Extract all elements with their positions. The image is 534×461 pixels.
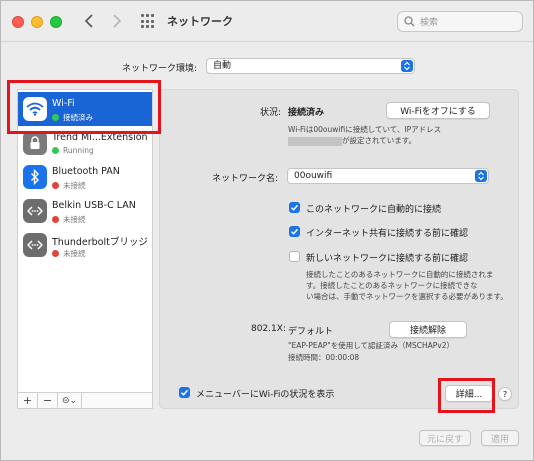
- show-in-menubar-checkbox[interactable]: [179, 387, 190, 398]
- add-service-button[interactable]: +: [18, 393, 38, 408]
- chevron-left-icon: [84, 14, 93, 28]
- network-name-select[interactable]: 00ouwifi: [287, 168, 489, 184]
- disconnect-button[interactable]: 接続解除: [389, 321, 467, 338]
- ask-note-line2: す。接続したことのあるネットワークに接続できな: [306, 281, 478, 290]
- updown-chevron-icon: [401, 60, 413, 72]
- location-label: ネットワーク環境:: [122, 64, 198, 74]
- window-title: ネットワーク: [167, 15, 233, 28]
- service-item-thunderbolt-bridge[interactable]: Thunderboltブリッジ 未接続: [18, 228, 152, 262]
- back-button[interactable]: [79, 11, 99, 31]
- checkmark-icon: [180, 389, 189, 396]
- checkmark-icon: [290, 204, 299, 211]
- ask-hotspot-checkbox[interactable]: [289, 226, 300, 237]
- minimize-window-button[interactable]: [31, 16, 43, 28]
- service-status: 未接続: [63, 181, 86, 190]
- service-name: Thunderboltブリッジ: [52, 237, 148, 248]
- ethernet-icon: [23, 233, 47, 257]
- updown-chevron-icon: [475, 170, 487, 182]
- ask-hotspot-label: インターネット共有に接続する前に確認: [306, 229, 469, 239]
- toolbar: ネットワーク 検索: [1, 1, 533, 41]
- service-item-bluetooth-pan[interactable]: Bluetooth PAN 未接続: [18, 160, 152, 194]
- apply-button[interactable]: 適用: [481, 430, 519, 446]
- service-status: 未接続: [63, 215, 86, 224]
- help-button[interactable]: ?: [498, 387, 512, 401]
- search-field[interactable]: 検索: [397, 11, 523, 32]
- status-detail-line1: Wi-Fiは00ouwifiに接続していて、IPアドレス: [288, 125, 442, 134]
- chevron-right-icon: [113, 14, 122, 28]
- toolbar-divider: [1, 41, 533, 42]
- wifi-detail-panel: 状況: 接続済み Wi-Fiをオフにする Wi-Fiは00ouwifiに接続して…: [159, 89, 519, 409]
- bluetooth-icon: [23, 165, 47, 189]
- service-list: Wi-Fi 接続済み Trend Mi...Extension Running …: [17, 89, 153, 393]
- status-dot: [52, 216, 59, 223]
- zoom-window-button[interactable]: [50, 16, 62, 28]
- ask-note-line1: 接続したことのあるネットワークに自動的に接続されま: [306, 270, 494, 279]
- forward-button[interactable]: [107, 11, 127, 31]
- location-value: 自動: [213, 61, 232, 71]
- revert-button[interactable]: 元に戻す: [419, 430, 471, 446]
- dot1x-label: 802.1X:: [251, 324, 286, 334]
- service-item-belkin-usb-c-lan[interactable]: Belkin USB-C LAN 未接続: [18, 194, 152, 228]
- connect-time: 接続時間：00:00:08: [288, 353, 360, 362]
- status-label: 状況:: [260, 108, 282, 118]
- network-name-value: 00ouwifi: [294, 171, 333, 181]
- remove-service-button[interactable]: −: [38, 393, 58, 408]
- show-in-menubar-label: メニューバーにWi-Fiの状況を表示: [196, 390, 335, 400]
- close-window-button[interactable]: [12, 16, 24, 28]
- status-dot: [52, 182, 59, 189]
- ask-note-line3: い場合は、手動でネットワークを選択する必要があります。: [306, 292, 508, 301]
- action-menu-button[interactable]: ⊝⌄: [58, 393, 82, 408]
- ethernet-icon: [23, 199, 47, 223]
- status-detail-line2: が設定されています。: [342, 136, 417, 145]
- status-dot: [52, 147, 59, 154]
- search-icon: [404, 16, 415, 27]
- auto-join-label: このネットワークに自動的に接続: [306, 205, 442, 215]
- dot1x-value: デフォルト: [288, 327, 334, 337]
- advanced-highlight-box: [438, 378, 495, 413]
- service-list-footer: + − ⊝⌄: [17, 393, 153, 409]
- wifi-highlight-box: [7, 80, 161, 134]
- turn-off-wifi-button[interactable]: Wi-Fiをオフにする: [386, 102, 490, 119]
- service-name: Belkin USB-C LAN: [52, 200, 136, 211]
- status-dot: [52, 250, 59, 257]
- redacted-ip-address: [288, 136, 342, 146]
- auto-join-checkbox[interactable]: [289, 202, 300, 213]
- location-select[interactable]: 自動: [206, 58, 415, 74]
- network-preferences-window: ネットワーク 検索 ネットワーク環境: 自動 Wi-Fi 接続済み Trend …: [0, 0, 534, 461]
- auth-info: "EAP-PEAP"を使用して認証済み（MSCHAPv2）: [288, 341, 454, 350]
- lock-icon: [23, 131, 47, 155]
- service-status: Running: [63, 146, 94, 155]
- ask-new-networks-label: 新しいネットワークに接続する前に確認: [306, 254, 469, 264]
- checkmark-icon: [290, 228, 299, 235]
- ask-new-networks-checkbox[interactable]: [289, 251, 300, 262]
- status-value: 接続済み: [288, 108, 325, 118]
- show-all-grid-icon[interactable]: [141, 14, 156, 29]
- service-name: Bluetooth PAN: [52, 166, 120, 177]
- network-name-label: ネットワーク名:: [212, 174, 279, 184]
- service-status: 未接続: [63, 249, 86, 258]
- search-placeholder: 検索: [420, 18, 439, 28]
